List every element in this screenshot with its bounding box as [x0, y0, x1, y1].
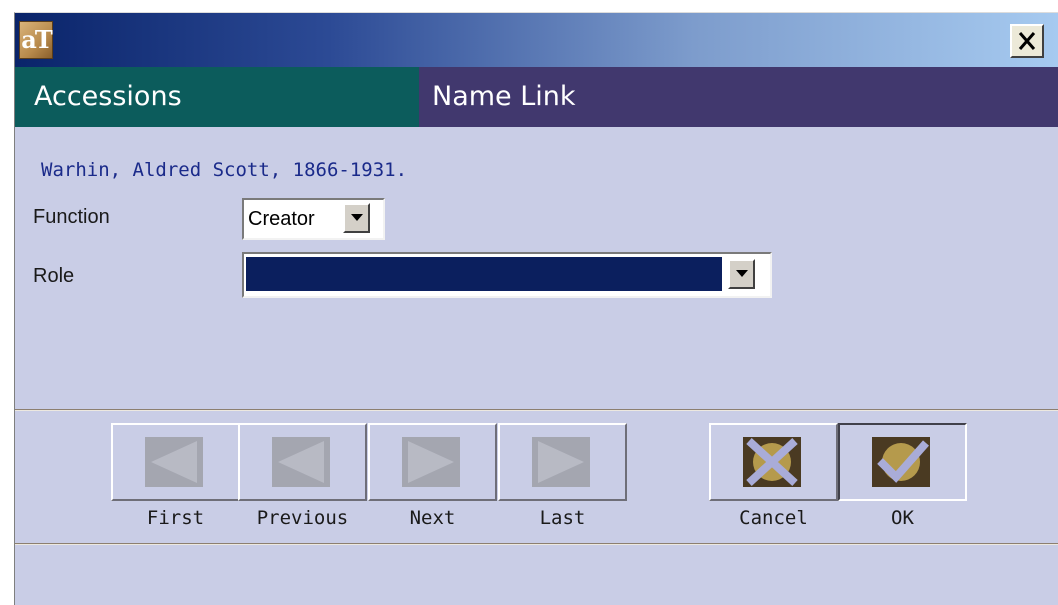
chevron-down-icon [736, 270, 748, 277]
first-label: First [146, 507, 205, 529]
first-button[interactable] [111, 423, 240, 501]
linked-name-text: Warhin, Aldred Scott, 1866-1931. [41, 159, 408, 181]
previous-button[interactable] [238, 423, 367, 501]
last-label: Last [539, 507, 586, 529]
role-select-highlight [246, 257, 722, 291]
chevron-down-icon [351, 214, 363, 221]
next-button[interactable] [368, 423, 497, 501]
ok-button[interactable] [838, 423, 967, 501]
close-icon [1018, 32, 1036, 50]
close-button[interactable] [1010, 24, 1044, 58]
cancel-x-icon [743, 437, 801, 487]
function-label: Function [33, 206, 110, 228]
next-arrow-icon [402, 437, 460, 487]
title-bar[interactable]: aT [15, 13, 1058, 67]
name-link-dialog: aT Accessions Name Link Warhin, Aldred S… [14, 12, 1058, 605]
screen-title: Name Link [419, 67, 1058, 127]
role-select[interactable] [242, 252, 772, 298]
last-button[interactable] [498, 423, 627, 501]
function-select-value: Creator [248, 208, 315, 230]
ok-check-icon [872, 437, 930, 487]
previous-arrow-icon [272, 437, 330, 487]
function-select[interactable]: Creator [242, 198, 385, 240]
app-logo-icon: aT [19, 21, 53, 59]
ok-label: OK [891, 507, 914, 529]
bottom-separator [15, 543, 1058, 545]
function-dropdown-button[interactable] [343, 203, 370, 233]
cancel-label: Cancel [739, 507, 808, 529]
next-label: Next [409, 507, 456, 529]
last-arrow-icon [532, 437, 590, 487]
cancel-button[interactable] [709, 423, 838, 501]
role-dropdown-button[interactable] [728, 259, 755, 289]
top-separator [15, 409, 1058, 411]
role-label: Role [33, 265, 75, 287]
previous-label: Previous [256, 507, 349, 529]
module-title: Accessions [15, 67, 419, 127]
first-arrow-icon [145, 437, 203, 487]
